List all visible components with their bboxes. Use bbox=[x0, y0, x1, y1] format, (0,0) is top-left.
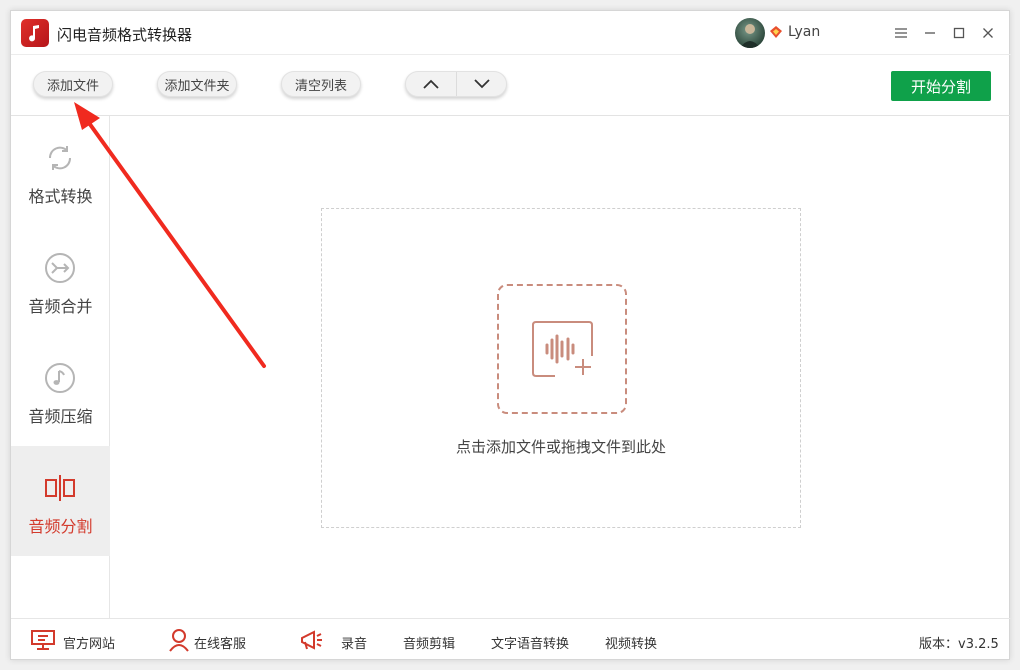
file-drop-zone[interactable]: 点击添加文件或拖拽文件到此处 bbox=[321, 208, 801, 528]
add-audio-icon bbox=[532, 321, 593, 377]
reorder-buttons bbox=[405, 71, 507, 97]
close-icon bbox=[983, 28, 993, 38]
clear-list-button[interactable]: 清空列表 bbox=[281, 71, 361, 97]
monitor-icon bbox=[31, 630, 55, 650]
menu-button[interactable] bbox=[890, 22, 912, 44]
version-label: 版本：v3.2.5 bbox=[919, 637, 999, 652]
add-folder-button[interactable]: 添加文件夹 bbox=[157, 71, 237, 97]
close-button[interactable] bbox=[977, 22, 999, 44]
add-audio-area[interactable] bbox=[497, 284, 627, 414]
drop-hint-text: 点击添加文件或拖拽文件到此处 bbox=[455, 438, 666, 456]
video-convert-link[interactable]: 视频转换 bbox=[605, 633, 657, 652]
annotation-arrow-icon bbox=[74, 102, 266, 368]
sidebar-item-label: 音频分割 bbox=[28, 517, 93, 536]
minimize-icon bbox=[925, 32, 935, 34]
move-up-button[interactable] bbox=[406, 72, 456, 96]
sidebar-item-audio-split[interactable]: 音频分割 bbox=[11, 446, 110, 556]
app-window: 闪电音频格式转换器 Lyan 添加文件 添加文件夹 清空列表 开始分割 格式转换… bbox=[10, 10, 1011, 661]
app-title: 闪电音频格式转换器 bbox=[57, 26, 193, 44]
user-name[interactable]: Lyan bbox=[788, 24, 820, 40]
minimize-button[interactable] bbox=[919, 22, 941, 44]
add-file-button[interactable]: 添加文件 bbox=[33, 71, 113, 97]
title-bar: 闪电音频格式转换器 Lyan bbox=[11, 11, 1011, 55]
menu-icon bbox=[895, 28, 907, 38]
app-logo-icon bbox=[21, 19, 49, 47]
record-link[interactable]: 录音 bbox=[341, 633, 367, 652]
chevron-up-icon bbox=[423, 79, 439, 89]
official-site-link[interactable]: 官方网站 bbox=[63, 633, 115, 652]
online-service-link[interactable]: 在线客服 bbox=[194, 633, 246, 652]
move-down-button[interactable] bbox=[456, 72, 506, 96]
split-icon bbox=[45, 475, 75, 501]
chevron-down-icon bbox=[473, 79, 490, 89]
tts-link[interactable]: 文字语音转换 bbox=[491, 633, 569, 652]
maximize-icon bbox=[953, 27, 965, 39]
vip-crown-icon bbox=[770, 26, 782, 38]
footer-bar: 官方网站 在线客服 录音 音频剪辑 文字语音转换 视频转换 版本：v3.2.5 bbox=[11, 618, 1011, 661]
megaphone-icon bbox=[301, 630, 322, 650]
avatar[interactable] bbox=[735, 18, 765, 48]
audio-edit-link[interactable]: 音频剪辑 bbox=[403, 633, 455, 652]
start-split-button[interactable]: 开始分割 bbox=[891, 71, 991, 101]
sidebar-item-label: 音频压缩 bbox=[28, 407, 93, 426]
maximize-button[interactable] bbox=[948, 22, 970, 44]
customer-service-icon bbox=[169, 629, 189, 652]
